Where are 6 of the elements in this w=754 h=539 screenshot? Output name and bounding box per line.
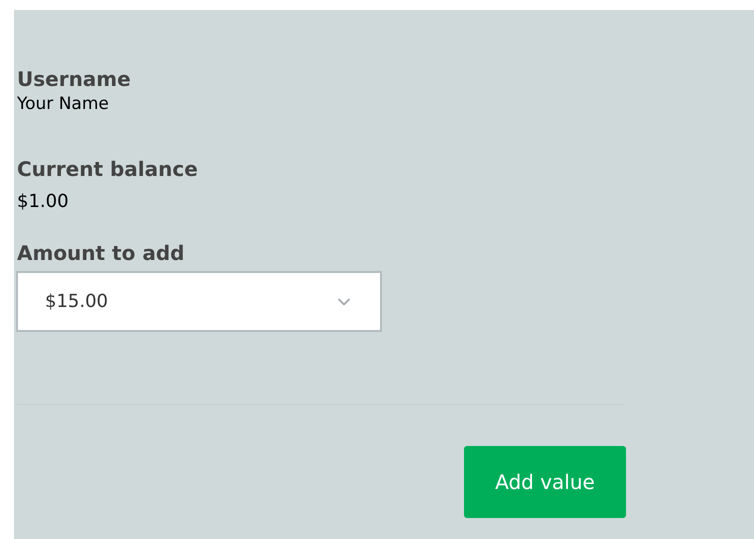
username-value: Your Name bbox=[17, 93, 110, 115]
amount-label: Amount to add bbox=[17, 240, 186, 266]
balance-label: Current balance bbox=[17, 156, 199, 182]
amount-select[interactable]: $15.00 bbox=[16, 271, 382, 332]
username-label: Username bbox=[17, 66, 132, 92]
balance-value: $1.00 bbox=[17, 190, 70, 214]
